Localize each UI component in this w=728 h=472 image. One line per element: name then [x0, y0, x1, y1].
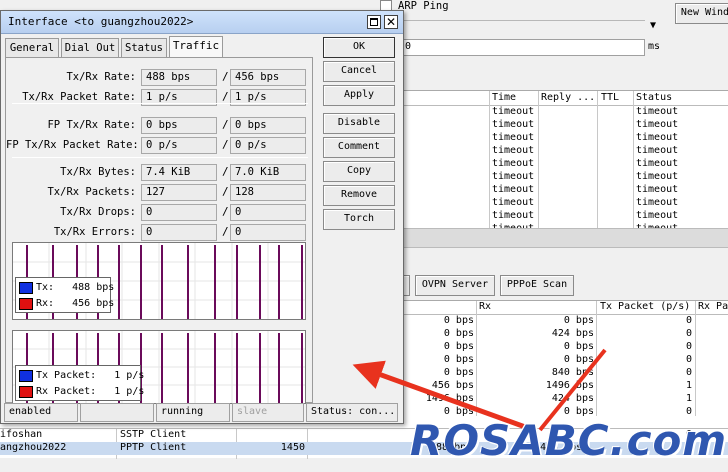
- annotation-overlay: [352, 348, 607, 432]
- watermark-logo: ROSABC.com: [410, 416, 728, 465]
